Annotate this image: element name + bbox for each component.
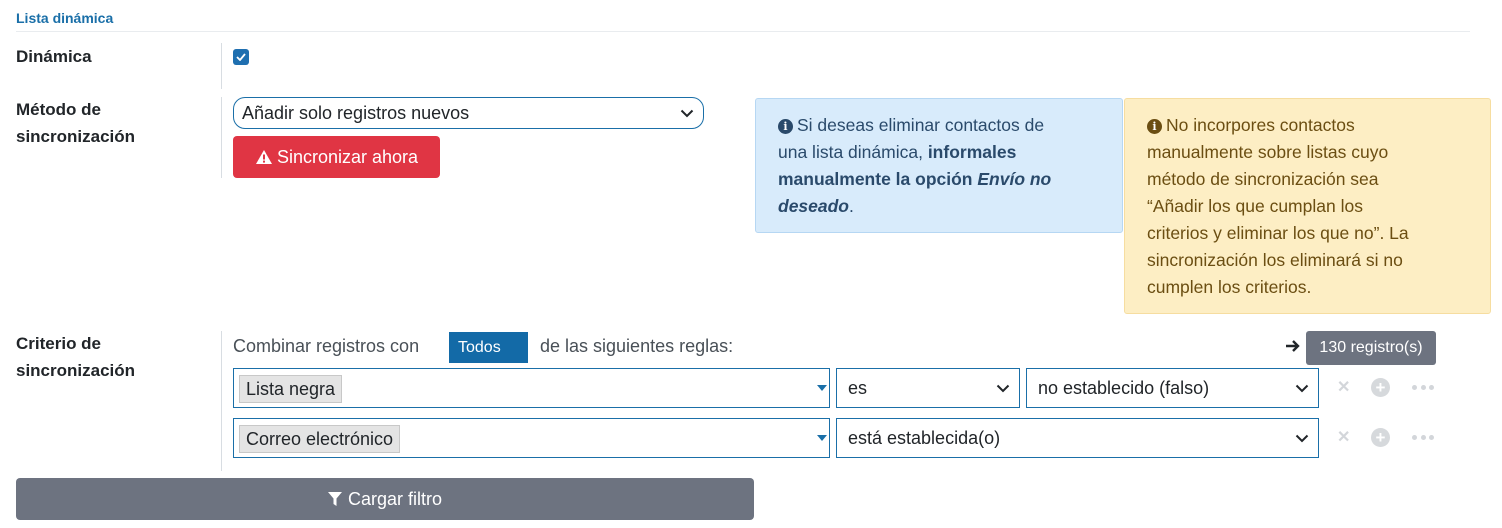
load-filter-button[interactable]: Cargar filtro: [16, 478, 754, 520]
combine-suffix: de las siguientes reglas:: [540, 336, 734, 356]
section-title: Lista dinámica: [16, 10, 114, 26]
caret-down-icon: [817, 385, 827, 391]
add-rule-icon[interactable]: +: [1371, 378, 1390, 397]
chevron-down-icon: [1295, 384, 1309, 393]
chevron-down-icon: [680, 109, 694, 118]
warning-alert: i No incorpores contactos manualmente sob…: [1124, 98, 1491, 314]
more-options-icon[interactable]: [1412, 435, 1434, 441]
combine-select[interactable]: Todos: [449, 332, 528, 363]
sync-now-button[interactable]: Sincronizar ahora: [233, 136, 440, 178]
load-filter-label: Cargar filtro: [347, 488, 443, 509]
caret-down-icon: [817, 435, 827, 441]
sync-now-label: Sincronizar ahora: [276, 146, 419, 167]
sync-method-select[interactable]: Añadir solo registros nuevos: [233, 97, 704, 129]
rule-field-chip: Lista negra: [239, 375, 343, 403]
rule-operator-value: es: [848, 377, 868, 398]
info-alert: i Si deseas eliminar contactos de una lis…: [755, 98, 1123, 233]
column-divider: [221, 331, 222, 471]
info-circle-icon: i: [778, 119, 793, 134]
column-divider: [221, 43, 222, 89]
section-divider: [16, 31, 1470, 32]
check-icon: [236, 53, 246, 61]
remove-rule-icon[interactable]: ✕: [1337, 427, 1350, 447]
info-circle-icon: i: [1147, 119, 1162, 134]
rule-operator-select[interactable]: está establecida(o): [836, 418, 1319, 458]
remove-rule-icon[interactable]: ✕: [1337, 377, 1350, 397]
chevron-down-icon: [996, 384, 1010, 393]
rule-value-select[interactable]: no establecido (falso): [1026, 368, 1319, 408]
rule-operator-select[interactable]: es: [836, 368, 1020, 408]
add-rule-icon[interactable]: +: [1371, 428, 1390, 447]
rule-field-select[interactable]: Lista negra: [233, 368, 830, 408]
rule-operator-value: está establecida(o): [848, 427, 1001, 448]
combine-prefix: Combinar registros con: [233, 336, 420, 356]
sync-method-selected: Añadir solo registros nuevos: [242, 102, 470, 123]
column-divider: [221, 97, 222, 178]
exclamation-triangle-icon: [255, 150, 272, 164]
sync-method-label: Método de sincronización: [16, 100, 136, 146]
arrow-right-icon: [1286, 340, 1300, 352]
rule-field-chip: Correo electrónico: [239, 425, 401, 453]
chevron-down-icon: [1295, 434, 1309, 443]
filter-icon: [327, 491, 342, 506]
rule-value-value: no establecido (falso): [1038, 377, 1210, 398]
more-options-icon[interactable]: [1412, 385, 1434, 391]
dynamic-checkbox[interactable]: [233, 49, 249, 65]
dynamic-label: Dinámica: [16, 47, 92, 66]
criteria-label: Criterio de sincronización: [16, 334, 136, 380]
rule-field-select[interactable]: Correo electrónico: [233, 418, 830, 458]
record-count-badge[interactable]: 130 registro(s): [1306, 331, 1436, 365]
